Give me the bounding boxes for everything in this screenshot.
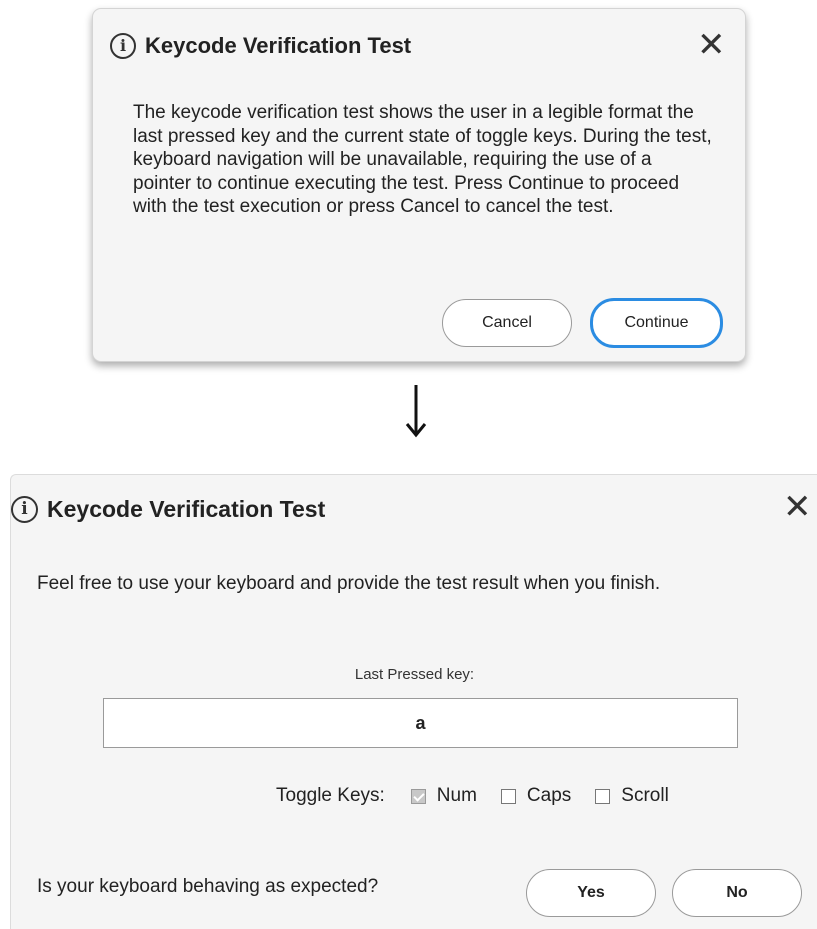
result-question: Is your keyboard behaving as expected? — [37, 876, 379, 897]
scroll-lock-checkbox — [595, 788, 611, 804]
toggle-keys-row: Toggle Keys: Num Caps Scroll — [276, 785, 669, 807]
yes-button[interactable]: Yes — [526, 869, 656, 917]
info-icon: i — [11, 496, 38, 523]
continue-button[interactable]: Continue — [590, 298, 723, 348]
num-lock-label: Num — [436, 785, 477, 806]
close-icon[interactable]: ✕ — [783, 490, 812, 524]
toggle-caps: Caps — [500, 785, 572, 807]
keycode-test-dialog: i Keycode Verification Test ✕ Feel free … — [10, 474, 817, 929]
cancel-button[interactable]: Cancel — [442, 299, 572, 347]
dialog-title: Keycode Verification Test — [145, 33, 412, 58]
num-lock-checkbox — [410, 788, 426, 804]
caps-lock-checkbox — [500, 788, 516, 804]
down-arrow-icon — [405, 385, 427, 438]
toggle-keys-label: Toggle Keys: — [276, 785, 385, 806]
keycode-intro-dialog: i Keycode Verification Test ✕ The keycod… — [92, 8, 746, 362]
dialog-title: Keycode Verification Test — [47, 496, 326, 522]
last-pressed-label: Last Pressed key: — [354, 666, 475, 683]
dialog-title-row: i Keycode Verification Test — [110, 33, 411, 59]
dialog-description: The keycode verification test shows the … — [133, 102, 712, 217]
info-icon: i — [110, 33, 136, 59]
toggle-num: Num — [410, 785, 477, 807]
toggle-scroll: Scroll — [595, 785, 669, 807]
caps-lock-label: Caps — [526, 785, 572, 806]
scroll-lock-label: Scroll — [621, 785, 669, 806]
dialog-title-row: i Keycode Verification Test — [11, 496, 325, 523]
test-instructions: Feel free to use your keyboard and provi… — [37, 573, 661, 594]
last-pressed-key-field: a — [103, 698, 738, 748]
no-button[interactable]: No — [672, 869, 802, 917]
close-icon[interactable]: ✕ — [697, 28, 726, 62]
